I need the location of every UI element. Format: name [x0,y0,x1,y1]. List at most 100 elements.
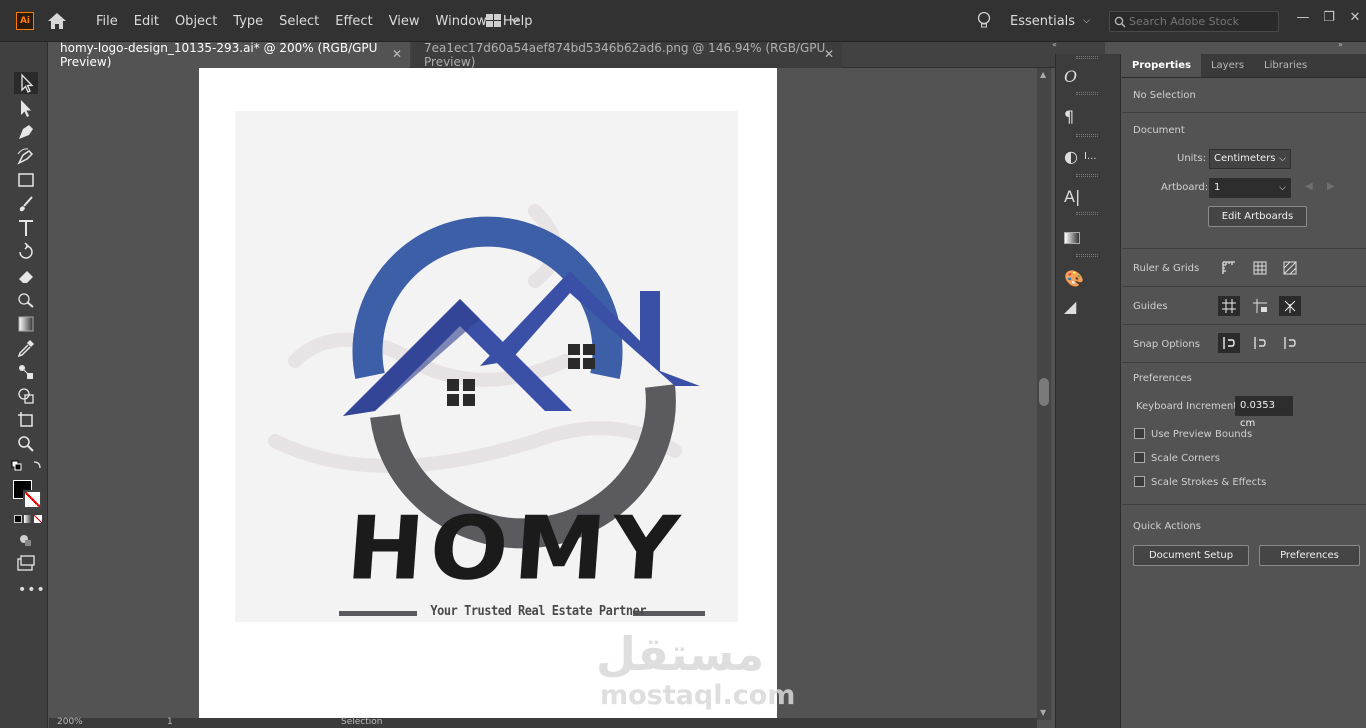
collapsed-panels-dock: « O ¶ ◐ I... A| 🎨 ◢ [1052,40,1121,728]
direct-selection-tool-icon[interactable] [16,98,36,118]
more-tools-icon[interactable]: ••• [18,582,46,598]
use-preview-bounds-checkbox[interactable] [1134,428,1145,439]
workspace-switcher[interactable]: Essentials ⌵ [1010,0,1090,42]
chevron-down-icon: ⌵ [1279,183,1286,193]
right-window [568,344,595,369]
grid-icon[interactable] [1249,258,1271,278]
menu-edit[interactable]: Edit [126,14,167,29]
scrollbar-thumb[interactable] [1039,378,1049,406]
menu-view[interactable]: View [381,14,428,29]
smart-guides-icon[interactable] [1279,296,1301,316]
search-input[interactable] [1129,15,1269,28]
tab-layers[interactable]: Layers [1201,54,1254,77]
puppet-warp-tool-icon[interactable] [16,290,36,310]
main-menu: File Edit Object Type Select Effect View… [88,0,540,42]
color-panel-icon[interactable]: 🎨 [1064,266,1100,290]
restore-button[interactable]: ❐ [1316,10,1342,30]
scroll-up-icon[interactable]: ▲ [1040,70,1046,79]
character-panel-icon[interactable]: A| [1064,184,1100,208]
gradient-panel-icon[interactable] [1064,226,1100,250]
paintbrush-tool-icon[interactable] [16,194,36,214]
type-tool-icon[interactable] [16,218,36,238]
selection-tool-icon[interactable] [14,72,38,94]
tab-libraries[interactable]: Libraries [1254,54,1317,77]
ruler-icon[interactable] [1218,258,1240,278]
rulers-section: Ruler & Grids [1122,248,1366,286]
blend-tool-icon[interactable] [16,362,36,382]
document-setup-button[interactable]: Document Setup [1133,545,1249,566]
tagline-line-left [339,611,417,616]
close-tab-icon[interactable]: ✕ [824,47,834,61]
home-icon[interactable] [46,11,68,31]
paragraph-panel-icon[interactable]: ¶ [1064,104,1100,128]
minimize-button[interactable]: — [1290,10,1316,30]
tab-png-image[interactable]: 7ea1ec17d60a54aef874bd5346b62ad6.png @ 1… [412,41,842,69]
lock-guides-icon[interactable] [1249,296,1271,316]
snap-to-point-icon[interactable] [1218,333,1240,353]
edit-artboards-button[interactable]: Edit Artboards [1208,206,1307,227]
arrange-documents-icon[interactable] [486,13,522,29]
eyedropper-tool-icon[interactable] [16,338,36,358]
rectangle-tool-icon[interactable] [16,170,36,190]
watermark-latin: mostaql.com [600,680,796,711]
scale-corners-checkbox[interactable] [1134,452,1145,463]
close-button[interactable]: ✕ [1342,10,1366,30]
keyboard-increment-value: 0.0353 cm [1240,400,1275,429]
zoom-level[interactable]: 200% [57,717,83,727]
scroll-down-icon[interactable]: ▼ [1040,708,1046,717]
collapse-panel-icon[interactable]: » [1338,40,1343,49]
menu-select[interactable]: Select [271,14,327,29]
keyboard-increment-input[interactable]: 0.0353 cm [1235,396,1293,429]
tab-homy-logo[interactable]: homy-logo-design_10135-293.ai* @ 200% (R… [48,41,410,69]
preferences-section: Preferences Keyboard Increment: 0.0353 c… [1122,362,1366,502]
lightbulb-icon[interactable] [976,11,992,31]
swap-fill-stroke-icon[interactable] [10,458,42,478]
previous-artboard-icon[interactable]: ◀ [1305,181,1313,192]
artboard-tool-icon[interactable] [16,410,36,430]
artboard-number[interactable]: 1 [167,717,173,727]
chevron-down-icon: ⌵ [1083,16,1090,26]
transparency-grid-icon[interactable] [1279,258,1301,278]
units-dropdown[interactable]: Centimeters ⌵ [1209,149,1291,169]
menu-window[interactable]: Window [428,14,495,29]
transparency-panel-icon[interactable]: ◐ I... [1064,144,1100,168]
stock-search[interactable] [1109,11,1279,32]
menu-effect[interactable]: Effect [327,14,380,29]
appearance-panel-icon[interactable]: ◢ [1064,294,1100,318]
tab-properties[interactable]: Properties [1122,54,1201,77]
stroke-color-swatch[interactable] [23,490,42,509]
pen-tool-icon[interactable] [16,122,36,142]
search-icon [1114,16,1126,27]
show-guides-icon[interactable] [1218,296,1240,316]
preferences-button[interactable]: Preferences [1259,545,1360,566]
next-artboard-icon[interactable]: ▶ [1327,181,1335,192]
tools-panel: ••• [0,42,48,728]
menu-file[interactable]: File [88,14,126,29]
draw-mode-icon[interactable] [16,530,36,550]
rotate-tool-icon[interactable] [16,242,36,262]
artboard-select[interactable]: 1 ⌵ [1209,178,1291,198]
scale-strokes-effects-label: Scale Strokes & Effects [1151,477,1267,488]
document-tabs: » homy-logo-design_10135-293.ai* @ 200% … [0,40,1105,69]
snap-to-pixel-icon[interactable] [1249,333,1271,353]
collapse-dock-icon[interactable]: « [1052,40,1057,49]
color-mode-buttons[interactable] [14,515,42,524]
glyphs-panel-icon[interactable]: O [1064,64,1100,88]
menu-type[interactable]: Type [225,14,271,29]
screen-mode-icon[interactable] [16,554,36,574]
chevron-down-icon: ⌵ [1279,154,1286,164]
menu-object[interactable]: Object [167,14,225,29]
selection-status: No Selection [1133,90,1196,101]
scale-strokes-effects-checkbox[interactable] [1134,476,1145,487]
curvature-tool-icon[interactable] [16,146,36,166]
eraser-tool-icon[interactable] [16,266,36,286]
shape-builder-tool-icon[interactable] [16,386,36,406]
zoom-tool-icon[interactable] [16,434,36,454]
close-tab-icon[interactable]: ✕ [392,47,402,61]
tagline: Your Trusted Real Estate Partner [430,604,647,619]
snap-to-glyph-icon[interactable] [1279,333,1301,353]
gradient-tool-icon[interactable] [16,314,36,334]
dock-grip [1076,56,1098,59]
placed-logo-image[interactable]: HOMY Your Trusted Real Estate Partner [235,111,738,622]
canvas-vertical-scrollbar[interactable]: ▲ ▼ [1037,68,1051,720]
